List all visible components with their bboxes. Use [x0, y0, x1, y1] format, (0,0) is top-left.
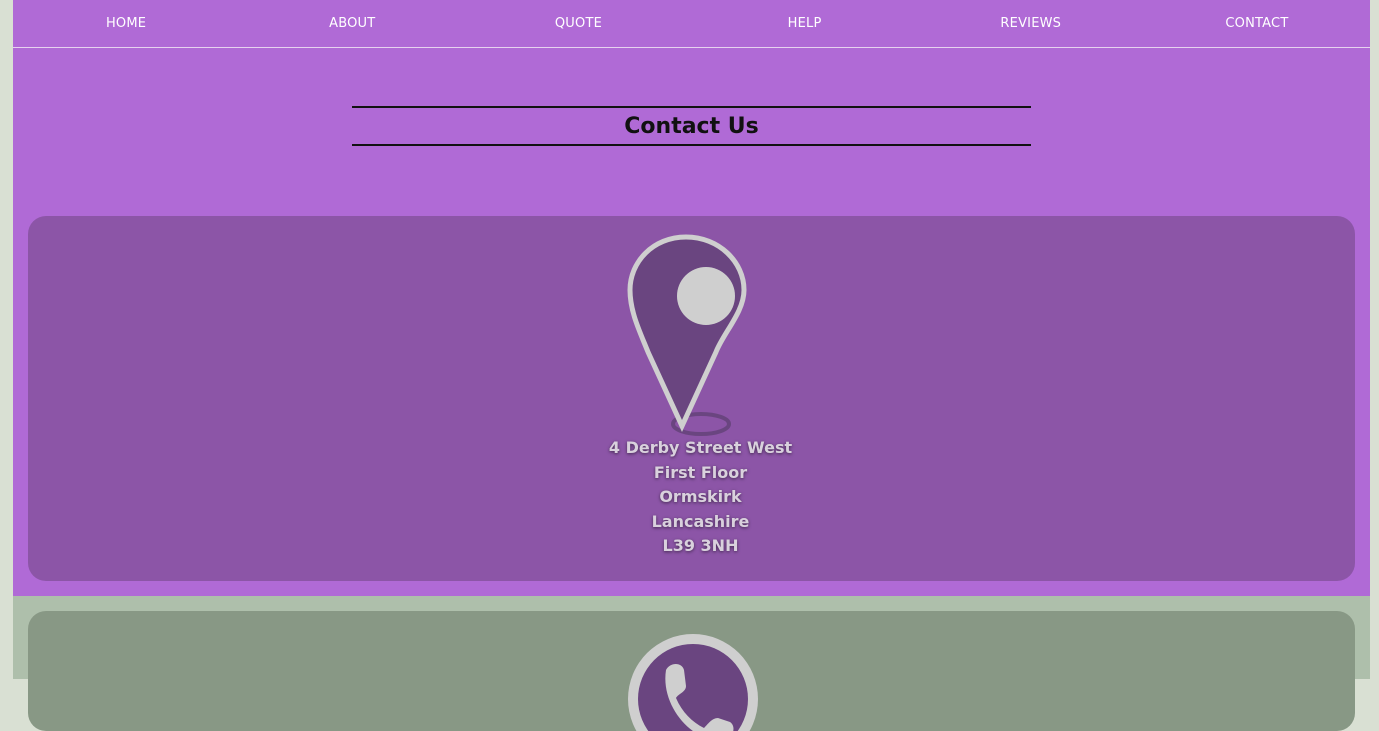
- nav-contact[interactable]: CONTACT: [1144, 0, 1370, 47]
- address-block: 4 Derby Street West First Floor Ormskirk…: [28, 436, 1373, 559]
- address-line: L39 3NH: [662, 536, 739, 555]
- top-nav: HOME ABOUT QUOTE HELP REVIEWS CONTACT: [13, 0, 1370, 48]
- contact-section: HOME ABOUT QUOTE HELP REVIEWS CONTACT Co…: [13, 0, 1370, 596]
- page-title: Contact Us: [624, 113, 759, 139]
- address-card: 4 Derby Street West First Floor Ormskirk…: [28, 216, 1355, 581]
- nav-help[interactable]: HELP: [692, 0, 918, 47]
- page-container: HOME ABOUT QUOTE HELP REVIEWS CONTACT Co…: [13, 0, 1370, 731]
- phone-icon: [628, 634, 758, 731]
- address-line: First Floor: [653, 462, 748, 482]
- nav-reviews[interactable]: REVIEWS: [918, 0, 1144, 47]
- map-pin-icon: [627, 234, 747, 436]
- phone-card: [28, 611, 1355, 731]
- address-line: Ormskirk: [659, 487, 742, 506]
- nav-quote[interactable]: QUOTE: [465, 0, 691, 47]
- nav-about[interactable]: ABOUT: [239, 0, 465, 47]
- nav-home[interactable]: HOME: [13, 0, 239, 47]
- address-line: 4 Derby Street West: [608, 438, 793, 457]
- page-title-block: Contact Us: [352, 106, 1031, 146]
- address-line: Lancashire: [651, 511, 750, 531]
